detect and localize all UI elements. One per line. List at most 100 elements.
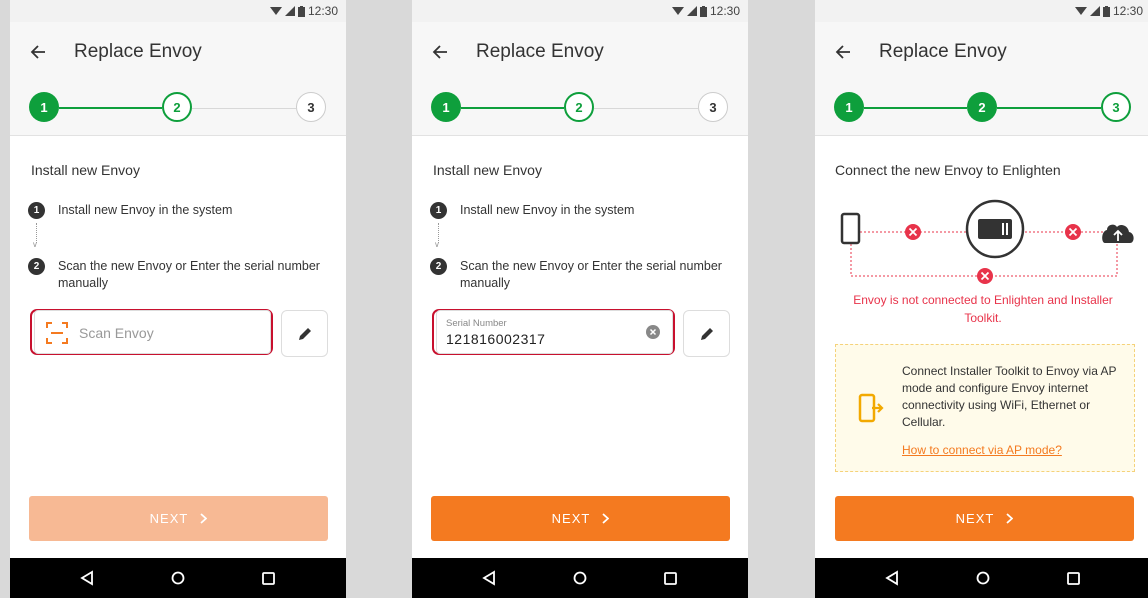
back-button[interactable] xyxy=(412,22,468,82)
step-line xyxy=(864,107,967,109)
status-time: 12:30 xyxy=(307,4,338,18)
screen-connect-enlighten: 12:30 Replace Envoy 1 2 3 Connect the ne… xyxy=(815,0,1148,598)
error-icon xyxy=(905,224,921,240)
arrow-left-icon xyxy=(835,45,850,59)
battery-icon xyxy=(1102,5,1110,17)
step-2-circle: 2 xyxy=(162,92,192,122)
status-time: 12:30 xyxy=(1112,4,1143,18)
section-title: Connect the new Envoy to Enlighten xyxy=(835,162,1061,178)
app-bar: Replace Envoy xyxy=(815,22,1148,82)
nav-back-icon xyxy=(885,570,898,586)
battery-icon xyxy=(699,5,707,17)
info-box: Connect Installer Toolkit to Envoy via A… xyxy=(835,344,1135,472)
clear-icon[interactable] xyxy=(646,325,660,339)
wifi-icon xyxy=(671,7,684,15)
app-bar: Replace Envoy xyxy=(412,22,748,82)
nav-back-icon xyxy=(482,570,495,586)
nav-recents-button[interactable] xyxy=(1043,558,1103,598)
screen-serial-entered: 12:30 Replace Envoy 1 2 3 Install new En… xyxy=(412,0,748,598)
status-bar: 12:30 xyxy=(815,0,1148,22)
serial-number-field[interactable]: Serial Number 121816002317 xyxy=(436,310,673,354)
step-line xyxy=(997,107,1101,109)
arrow-left-icon xyxy=(30,45,45,59)
task-text: Scan the new Envoy or Enter the serial n… xyxy=(460,259,722,290)
next-button[interactable]: NEXT xyxy=(835,496,1134,541)
wifi-icon xyxy=(269,7,282,15)
back-button[interactable] xyxy=(10,22,66,82)
scan-envoy-field[interactable]: Scan Envoy xyxy=(34,310,271,354)
app-bar: Replace Envoy xyxy=(10,22,346,82)
scan-envoy-placeholder: Scan Envoy xyxy=(79,325,154,341)
task-number: 1 xyxy=(28,202,45,219)
nav-home-icon xyxy=(976,571,990,585)
task-text: Install new Envoy in the system xyxy=(58,203,233,217)
step-3-circle: 3 xyxy=(698,92,728,122)
android-nav-bar xyxy=(412,558,748,598)
task-number: 2 xyxy=(430,258,447,275)
stepper: 1 2 3 xyxy=(412,82,748,136)
nav-back-button[interactable] xyxy=(862,558,922,598)
chevron-right-icon xyxy=(602,513,610,524)
step-line xyxy=(192,108,296,109)
error-icon xyxy=(1065,224,1081,240)
page-title: Replace Envoy xyxy=(879,41,1007,62)
serial-number-label: Serial Number xyxy=(446,318,507,329)
next-button[interactable]: NEXT xyxy=(29,496,328,541)
nav-recents-button[interactable] xyxy=(238,558,298,598)
task-item: 2 Scan the new Envoy or Enter the serial… xyxy=(430,258,735,292)
step-1-circle: 1 xyxy=(431,92,461,122)
info-text: Connect Installer Toolkit to Envoy via A… xyxy=(902,364,1117,429)
ap-mode-help-link[interactable]: How to connect via AP mode? xyxy=(902,443,1062,457)
status-bar: 12:30 xyxy=(412,0,748,22)
step-1-circle: 1 xyxy=(834,92,864,122)
nav-home-icon xyxy=(171,571,185,585)
cloud-upload-icon xyxy=(1102,224,1134,243)
signal-icon xyxy=(686,6,697,16)
chevron-right-icon xyxy=(1006,513,1014,524)
nav-back-icon xyxy=(80,570,93,586)
task-text: Scan the new Envoy or Enter the serial n… xyxy=(58,259,320,290)
arrow-left-icon xyxy=(432,45,447,59)
edit-button[interactable] xyxy=(683,310,730,357)
section-title: Install new Envoy xyxy=(433,162,542,178)
page-title: Replace Envoy xyxy=(476,41,604,62)
wifi-icon xyxy=(1074,7,1087,15)
nav-back-button[interactable] xyxy=(57,558,117,598)
nav-home-button[interactable] xyxy=(550,558,610,598)
error-icon xyxy=(977,268,993,284)
chevron-down-icon: ∨ xyxy=(434,240,440,249)
next-button[interactable]: NEXT xyxy=(431,496,730,541)
nav-recents-button[interactable] xyxy=(640,558,700,598)
step-1-circle: 1 xyxy=(29,92,59,122)
task-item: 1 Install new Envoy in the system xyxy=(28,202,232,219)
phone-icon xyxy=(840,212,861,245)
task-text: Install new Envoy in the system xyxy=(460,203,635,217)
nav-home-button[interactable] xyxy=(148,558,208,598)
task-number: 1 xyxy=(430,202,447,219)
signal-icon xyxy=(1089,6,1100,16)
pencil-icon xyxy=(700,327,713,340)
connection-error-text: Envoy is not connected to Enlighten and … xyxy=(853,293,1113,325)
back-button[interactable] xyxy=(815,22,871,82)
scan-icon xyxy=(46,322,68,344)
edit-button[interactable] xyxy=(281,310,328,357)
next-label: NEXT xyxy=(149,511,189,526)
nav-back-button[interactable] xyxy=(459,558,519,598)
chevron-right-icon xyxy=(200,513,208,524)
nav-recents-icon xyxy=(663,571,677,585)
android-nav-bar xyxy=(815,558,1148,598)
nav-recents-icon xyxy=(261,571,275,585)
page-title: Replace Envoy xyxy=(74,41,202,62)
next-label: NEXT xyxy=(955,511,995,526)
serial-number-value: 121816002317 xyxy=(446,331,546,347)
status-time: 12:30 xyxy=(709,4,740,18)
step-2-circle: 2 xyxy=(564,92,594,122)
section-title: Install new Envoy xyxy=(31,162,140,178)
pencil-icon xyxy=(298,327,311,340)
stepper: 1 2 3 xyxy=(10,82,346,136)
task-item: 1 Install new Envoy in the system xyxy=(430,202,634,219)
nav-home-button[interactable] xyxy=(953,558,1013,598)
chevron-down-icon: ∨ xyxy=(32,240,38,249)
nav-recents-icon xyxy=(1066,571,1080,585)
stepper: 1 2 3 xyxy=(815,82,1148,136)
